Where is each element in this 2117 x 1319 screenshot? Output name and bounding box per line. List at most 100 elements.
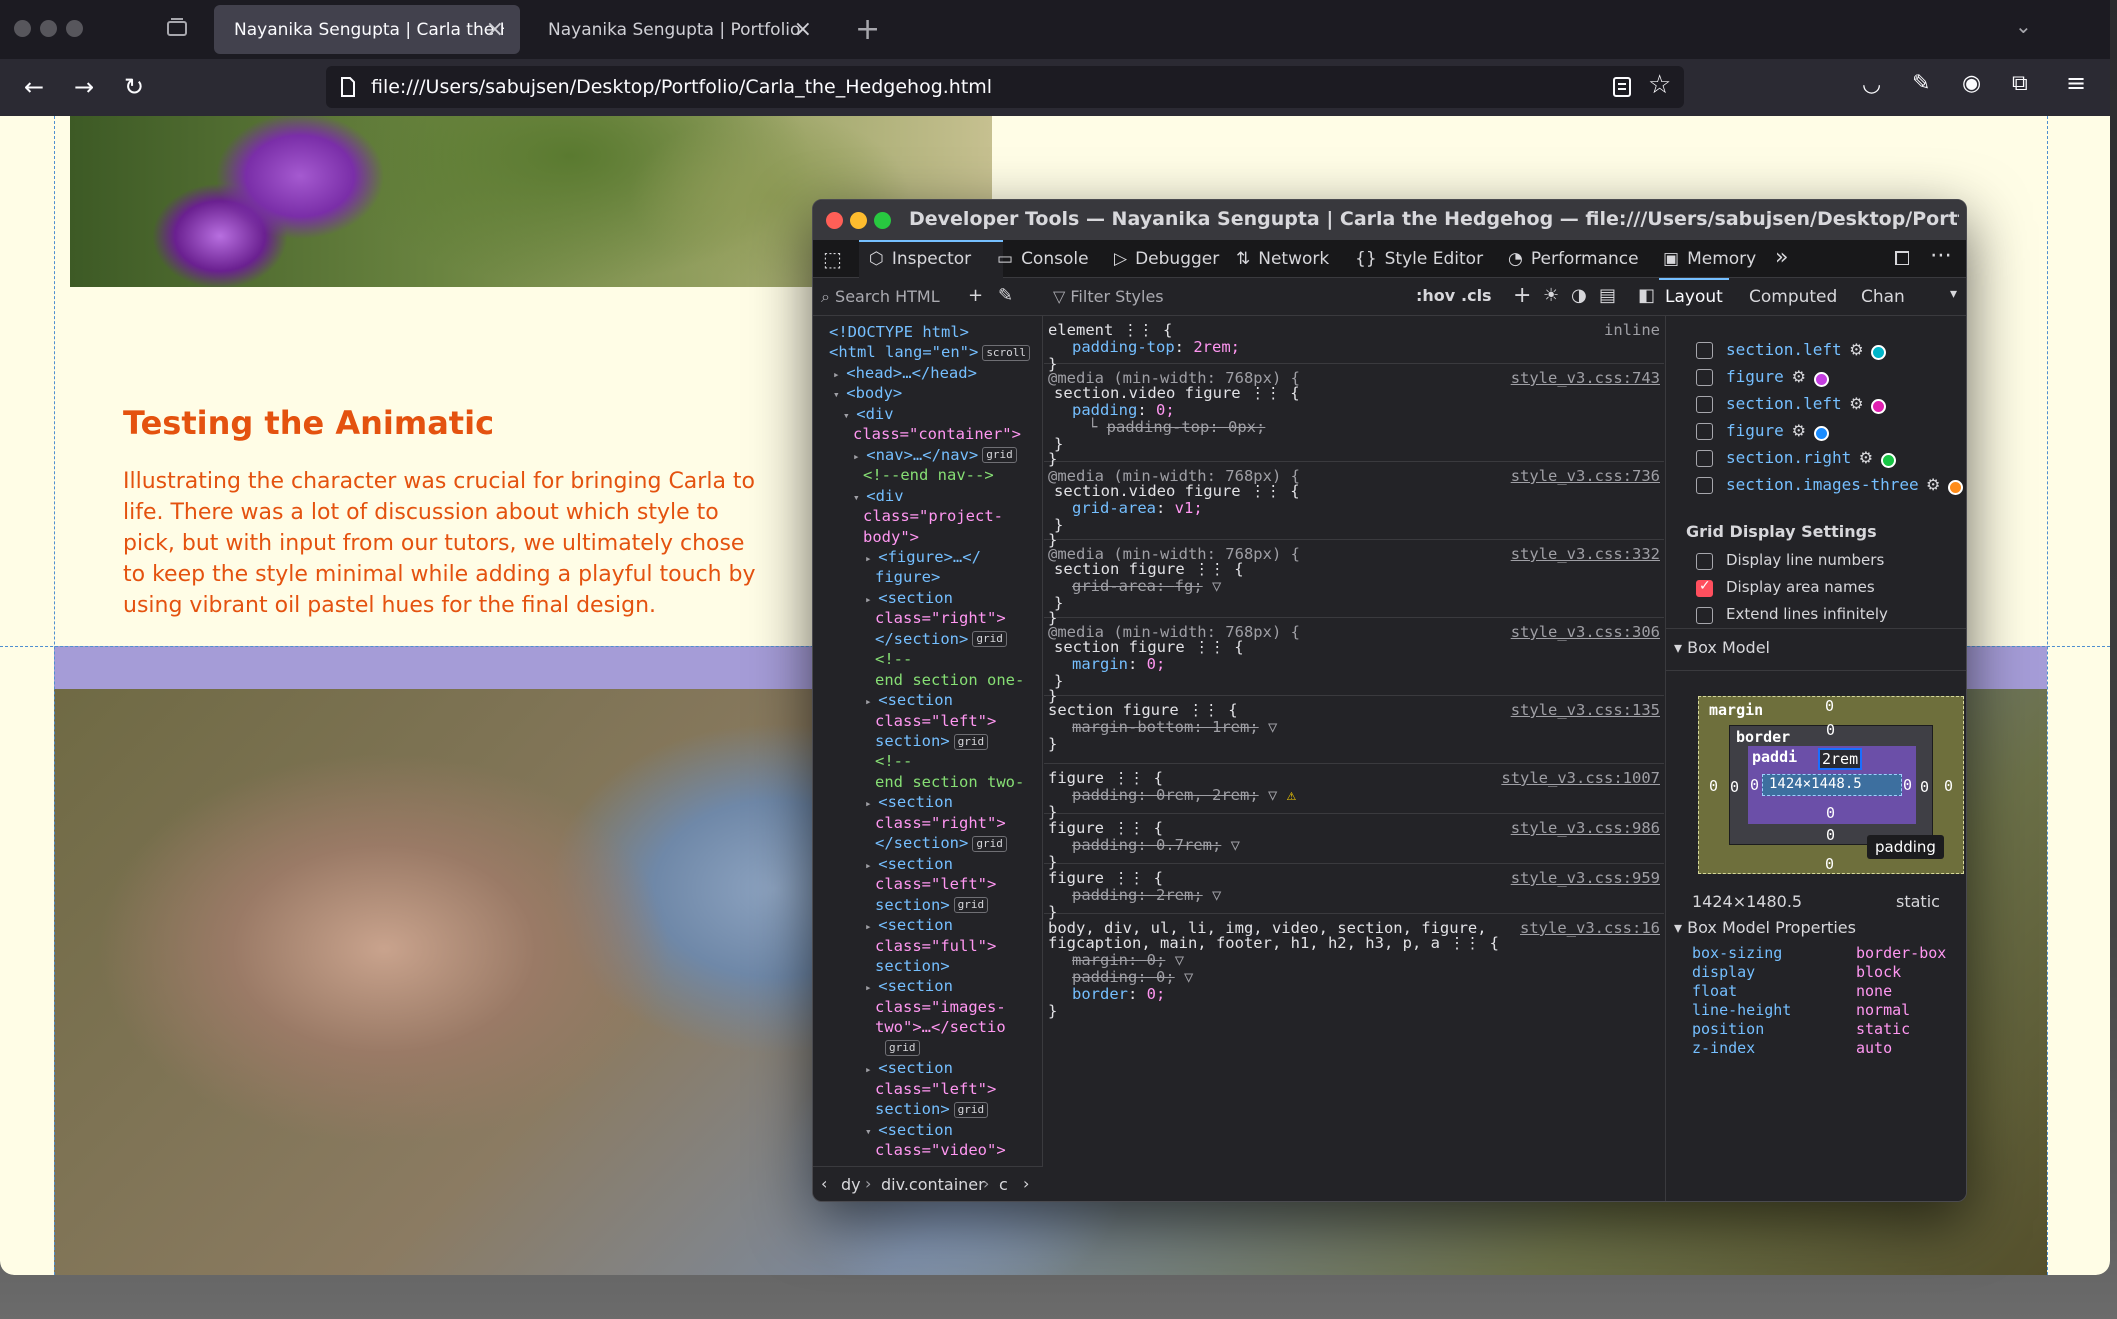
css-declaration[interactable]: └ padding-top: 0px;	[1088, 417, 1265, 437]
css-declaration[interactable]: padding: 0.7rem; ▽	[1072, 835, 1240, 855]
markup-node[interactable]: class="video">	[875, 1140, 1006, 1161]
grid-checkbox[interactable]	[1696, 396, 1713, 413]
css-rule[interactable]: @media (min-width: 768px) {section figur…	[1044, 618, 1664, 705]
expand-toggle-icon[interactable]: ▸	[865, 552, 878, 565]
tab-console[interactable]: ▭ Console	[997, 240, 1089, 278]
css-rule[interactable]: @media (min-width: 768px) {section figur…	[1044, 540, 1664, 627]
markup-node[interactable]: grid	[885, 1038, 920, 1059]
expand-toggle-icon[interactable]: ▸	[865, 797, 878, 810]
css-declaration[interactable]: padding-top: 2rem;	[1072, 337, 1240, 357]
grid-color-swatch[interactable]	[1871, 345, 1887, 360]
back-arrow-icon[interactable]: ←	[18, 71, 50, 103]
close-tab-icon[interactable]: ×	[794, 17, 812, 42]
border-bottom-value[interactable]: 0	[1826, 826, 1835, 844]
setting-checkbox[interactable]	[1696, 578, 1713, 597]
markup-node[interactable]: <!--end nav-->	[863, 465, 994, 486]
margin-top-value[interactable]: 0	[1825, 697, 1834, 715]
search-html-input[interactable]: ⌕ Search HTML	[821, 287, 940, 307]
cls-toggle[interactable]: .cls	[1461, 286, 1492, 305]
grid-item[interactable]: section.left ⚙	[1666, 338, 1966, 364]
extensions-icon[interactable]: ⧉	[2012, 71, 2028, 96]
reader-view-icon[interactable]	[1612, 76, 1632, 98]
markup-node[interactable]: section> grid	[875, 731, 989, 752]
setting-checkbox[interactable]	[1696, 607, 1713, 624]
tab-style-editor[interactable]: {} Style Editor	[1355, 240, 1483, 278]
highlight-grid-icon[interactable]: ⚙	[1849, 394, 1863, 413]
reload-icon[interactable]: ↻	[118, 71, 150, 103]
border-top-value[interactable]: 0	[1826, 721, 1835, 739]
grid-checkbox[interactable]	[1696, 342, 1713, 359]
pocket-icon[interactable]: ◡	[1862, 72, 1881, 97]
box-model-header[interactable]: ▾ Box Model	[1674, 638, 1770, 657]
css-rule[interactable]: figure ⋮⋮ {style_v3.css:959 padding: 2rem…	[1044, 864, 1664, 921]
margin-bottom-value[interactable]: 0	[1825, 855, 1834, 873]
markup-node[interactable]: section> grid	[875, 895, 989, 916]
markup-node[interactable]: class="project-	[863, 506, 1003, 527]
rule-source-link[interactable]: style_v3.css:306	[1511, 622, 1660, 642]
box-model-margin[interactable]: margin 0 0 0 0 border 0 0 0 0 paddi 2rem…	[1698, 696, 1964, 874]
css-rule[interactable]: section figure ⋮⋮ {style_v3.css:135 margi…	[1044, 696, 1664, 764]
padding-right-value[interactable]: 0	[1903, 776, 1912, 794]
markup-node[interactable]: section>	[875, 956, 950, 977]
markup-node[interactable]: class="full">	[875, 936, 996, 957]
zoom-window-button[interactable]	[874, 212, 891, 229]
rule-source-link[interactable]: style_v3.css:736	[1511, 466, 1660, 486]
margin-right-value[interactable]: 0	[1944, 777, 1953, 795]
grid-item[interactable]: section.images-three ⚙	[1666, 473, 1966, 499]
tab-computed[interactable]: Computed	[1749, 278, 1837, 316]
grid-color-swatch[interactable]	[1871, 399, 1887, 414]
grid-item[interactable]: figure ⚙	[1666, 365, 1966, 391]
rule-source-link[interactable]: style_v3.css:332	[1511, 544, 1660, 564]
markup-node[interactable]: ▸ <section	[865, 792, 953, 815]
markup-node[interactable]: </section> grid	[875, 629, 1007, 650]
markup-node[interactable]: end section two-	[875, 772, 1024, 793]
css-rule[interactable]: figure ⋮⋮ {style_v3.css:1007 padding: 0re…	[1044, 764, 1664, 821]
chevron-left-icon[interactable]: ‹	[821, 1174, 827, 1193]
box-model-padding[interactable]: paddi 2rem 0 0 0 1424×1448.5	[1748, 746, 1916, 824]
markup-node[interactable]: ▸ <section	[865, 915, 953, 938]
highlight-grid-icon[interactable]: ⚙	[1926, 475, 1940, 494]
border-left-value[interactable]: 0	[1730, 778, 1739, 796]
markup-node[interactable]: ▾ <div	[853, 486, 904, 509]
account-icon[interactable]: ◉	[1962, 71, 1981, 96]
css-rule[interactable]: element ⋮⋮ {inline padding-top: 2rem;}	[1044, 316, 1664, 373]
markup-node[interactable]: class="images-	[875, 997, 1006, 1018]
minimize-window-button[interactable]	[850, 212, 867, 229]
expand-toggle-icon[interactable]: ▸	[865, 695, 878, 708]
markup-node[interactable]: ▾ <section	[865, 1120, 953, 1143]
border-right-value[interactable]: 0	[1920, 778, 1929, 796]
grid-color-swatch[interactable]	[1813, 372, 1829, 387]
markup-node[interactable]: section> grid	[875, 1099, 989, 1120]
expand-toggle-icon[interactable]: ▸	[865, 859, 878, 872]
css-declaration[interactable]: padding: 0rem, 2rem; ▽ ⚠	[1072, 785, 1296, 805]
box-model-content[interactable]: 1424×1448.5	[1762, 774, 1902, 796]
forward-arrow-icon[interactable]: →	[68, 71, 100, 103]
add-rule-icon[interactable]: +	[1513, 283, 1531, 308]
markup-node[interactable]: two">…</sectio	[875, 1017, 1006, 1038]
markup-node[interactable]: <!--	[875, 649, 912, 670]
grid-checkbox[interactable]	[1696, 477, 1713, 494]
breadcrumb-item[interactable]: dy	[841, 1175, 861, 1194]
markup-node[interactable]: ▸ <section	[865, 588, 953, 611]
expand-toggle-icon[interactable]: ▾	[853, 491, 866, 504]
grid-setting[interactable]: Extend lines infinitely	[1666, 603, 1966, 629]
node-badge[interactable]: grid	[953, 1101, 989, 1118]
highlight-grid-icon[interactable]: ⚙	[1849, 340, 1863, 359]
markup-node[interactable]: class="container">	[853, 424, 1021, 445]
expand-toggle-icon[interactable]: ▾	[865, 1125, 878, 1138]
markup-node[interactable]: ▸ <section	[865, 854, 953, 877]
grid-color-swatch[interactable]	[1813, 426, 1829, 441]
more-options-icon[interactable]: ⋯	[1930, 243, 1952, 268]
node-badge[interactable]: grid	[953, 897, 989, 914]
css-rule[interactable]: @media (min-width: 768px) {section.video…	[1044, 462, 1664, 549]
breadcrumb-item[interactable]: c	[999, 1175, 1008, 1194]
markup-node[interactable]: class="left">	[875, 711, 996, 732]
rule-source-link[interactable]: style_v3.css:986	[1511, 818, 1660, 838]
markup-node[interactable]: body">	[863, 527, 919, 548]
markup-node[interactable]: <html lang="en"> scroll	[829, 342, 1031, 363]
css-declaration[interactable]: grid-area: fg; ▽	[1072, 576, 1221, 596]
rule-source-link[interactable]: style_v3.css:135	[1511, 700, 1660, 720]
dark-scheme-icon[interactable]: ◑	[1571, 285, 1587, 306]
expand-toggle-icon[interactable]: ▸	[865, 981, 878, 994]
css-rule[interactable]: @media (min-width: 768px) {section.video…	[1044, 364, 1664, 468]
